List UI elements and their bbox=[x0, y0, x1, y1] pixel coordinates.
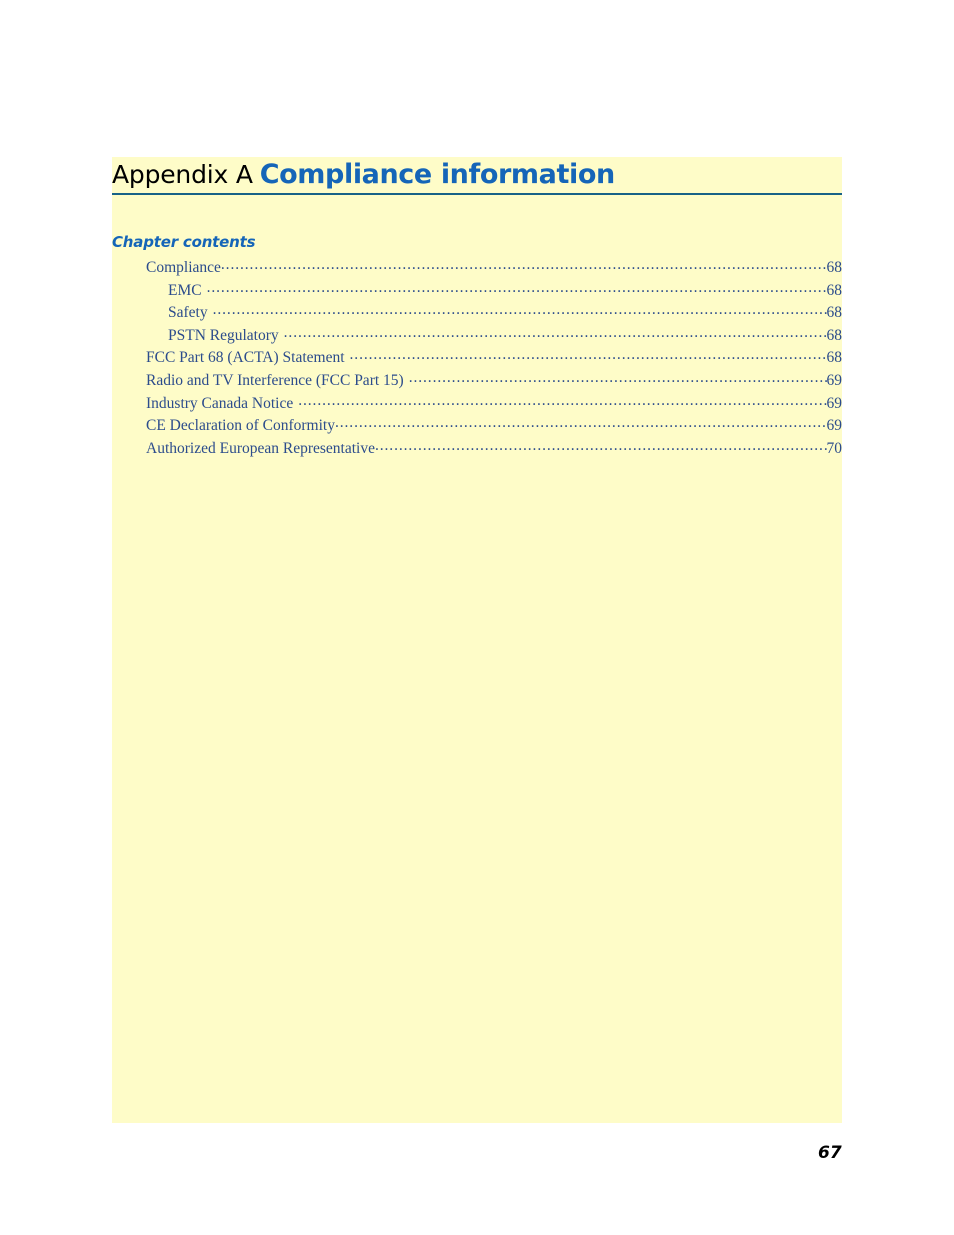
toc-entry-label: Radio and TV Interference (FCC Part 15) bbox=[146, 371, 404, 389]
toc-entry-page: 68 bbox=[826, 304, 843, 322]
toc-dot-leader bbox=[335, 416, 827, 430]
toc-dot-leader bbox=[409, 371, 827, 385]
page-title: Appendix A Compliance information bbox=[112, 157, 842, 193]
toc-entry-page: 68 bbox=[826, 326, 843, 344]
chapter-content-block: Appendix A Compliance information Chapter… bbox=[112, 157, 842, 1123]
appendix-title: Compliance information bbox=[259, 159, 615, 190]
toc-dot-leader bbox=[298, 394, 826, 408]
toc-entry-label: CE Declaration of Conformity bbox=[146, 417, 335, 435]
toc-entry-label: Safety bbox=[168, 304, 208, 322]
title-divider bbox=[112, 193, 842, 195]
toc-entry-label: Authorized European Representative bbox=[146, 439, 375, 457]
toc-dot-leader bbox=[350, 348, 827, 362]
toc-dot-leader bbox=[207, 281, 827, 295]
toc-entry-label: Industry Canada Notice bbox=[146, 394, 294, 412]
footer-page-number: 67 bbox=[818, 1143, 842, 1163]
toc-dot-leader bbox=[221, 258, 827, 272]
toc-entry-page: 69 bbox=[826, 394, 843, 412]
toc-entry-page: 70 bbox=[826, 439, 843, 457]
toc-entry-label: PSTN Regulatory bbox=[168, 326, 279, 344]
toc-entry-page: 68 bbox=[826, 281, 843, 299]
toc-entry[interactable]: FCC Part 68 (ACTA) Statement 68 bbox=[146, 348, 842, 371]
toc-entry-page: 68 bbox=[826, 349, 843, 367]
toc-entry[interactable]: Authorized European Representative 70 bbox=[146, 439, 842, 462]
toc-entry[interactable]: Radio and TV Interference (FCC Part 15) … bbox=[146, 371, 842, 394]
toc-entry[interactable]: CE Declaration of Conformity 69 bbox=[146, 416, 842, 439]
toc-entry[interactable]: Industry Canada Notice 69 bbox=[146, 394, 842, 417]
table-of-contents: Compliance 68 EMC 68 Safety 68 PSTN Regu… bbox=[146, 258, 842, 461]
toc-entry-page: 68 bbox=[826, 259, 843, 276]
toc-entry-label: FCC Part 68 (ACTA) Statement bbox=[146, 349, 345, 367]
toc-entry-page: 69 bbox=[826, 417, 843, 435]
document-page: Appendix A Compliance information Chapter… bbox=[0, 0, 954, 1235]
toc-entry[interactable]: PSTN Regulatory 68 bbox=[146, 326, 842, 349]
toc-entry-label: Compliance bbox=[146, 259, 221, 276]
toc-dot-leader bbox=[284, 326, 827, 340]
toc-entry[interactable]: Safety 68 bbox=[146, 303, 842, 326]
chapter-contents-heading: Chapter contents bbox=[112, 233, 256, 251]
toc-entry[interactable]: EMC 68 bbox=[146, 281, 842, 304]
toc-entry-label: EMC bbox=[168, 281, 202, 299]
toc-entry[interactable]: Compliance 68 bbox=[146, 258, 842, 281]
toc-entry-page: 69 bbox=[826, 371, 843, 389]
toc-dot-leader bbox=[213, 303, 827, 317]
appendix-label: Appendix A bbox=[112, 160, 253, 189]
toc-dot-leader bbox=[375, 439, 827, 453]
